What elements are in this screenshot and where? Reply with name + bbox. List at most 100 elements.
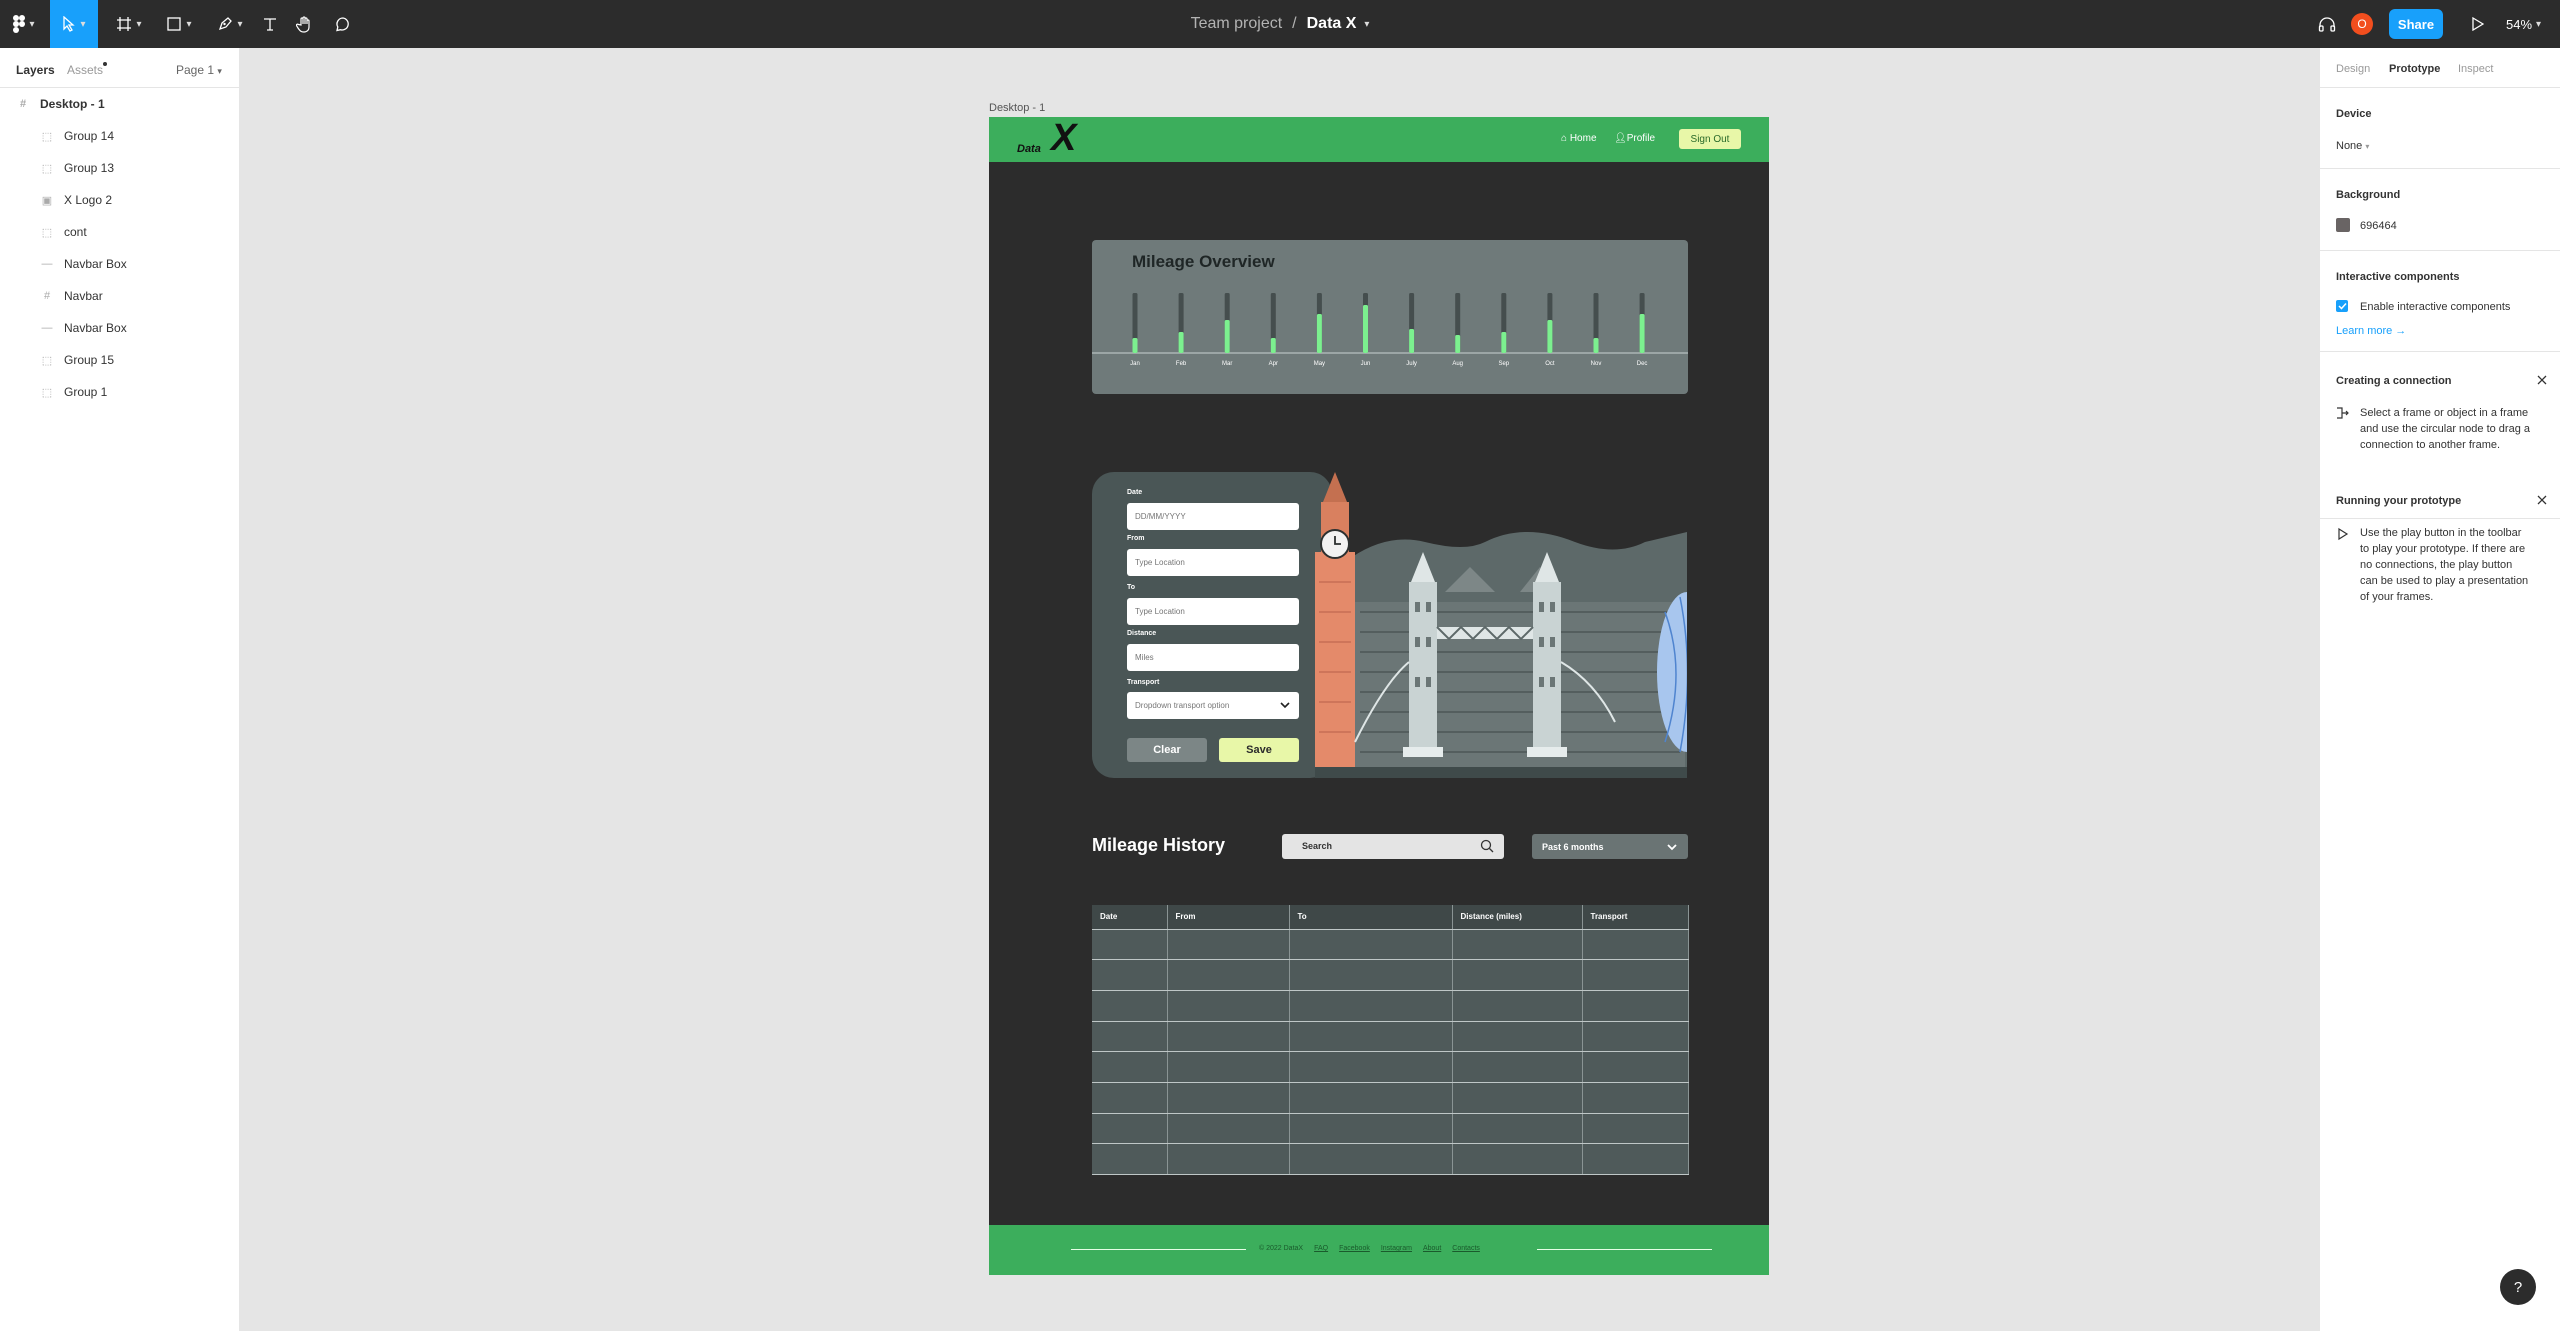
present-button[interactable] — [2460, 0, 2496, 48]
layer-item[interactable]: ⬚ Group 14 — [0, 120, 240, 152]
desktop-frame[interactable]: X Data ⌂ Home 👤︎Profile Sign Out Jan Feb M… — [989, 117, 1769, 1275]
tab-prototype[interactable]: Prototype — [2389, 63, 2440, 75]
chart-month-label: Dec — [1637, 361, 1648, 367]
table-cell — [1092, 1051, 1168, 1083]
close-icon[interactable] — [2535, 493, 2549, 507]
footer-link[interactable]: Instagram — [1381, 1245, 1412, 1252]
table-cell — [1092, 1082, 1168, 1114]
table-column-header[interactable]: To — [1289, 905, 1453, 930]
layer-item[interactable]: — Navbar Box — [0, 248, 240, 280]
layer-name: Group 14 — [64, 129, 115, 143]
interactive-components-label[interactable]: Enable interactive components — [2360, 301, 2510, 313]
to-input[interactable] — [1127, 598, 1299, 625]
user-avatar[interactable]: O — [2351, 13, 2373, 35]
chart-month-label: Sep — [1498, 361, 1509, 367]
history-range-select[interactable]: Past 6 months — [1532, 834, 1688, 859]
group-icon: ⬚ — [41, 354, 53, 367]
creating-connection-body: Select a frame or object in a frame and … — [2360, 407, 2531, 451]
text-tool-button[interactable] — [250, 0, 290, 48]
running-prototype-title: Running your prototype — [2336, 495, 2462, 507]
footer-links: © 2022 DataX FAQ Facebook Instagram About Con… — [1259, 1245, 1480, 1252]
interactive-components-checkbox[interactable] — [2336, 300, 2348, 312]
chevron-down-icon: ▾ — [29, 18, 35, 30]
zoom-menu[interactable]: 54% ▾ — [2506, 0, 2541, 48]
shape-tool-button[interactable]: ▾ — [155, 0, 203, 48]
table-cell — [1452, 959, 1583, 991]
table-column-header[interactable]: From — [1167, 905, 1290, 930]
table-cell — [1167, 1082, 1290, 1114]
background-color-value[interactable]: 696464 — [2360, 220, 2397, 232]
canvas[interactable]: Desktop - 1 X Data ⌂ Home 👤︎Profile Sign… — [241, 48, 2319, 1331]
text-icon — [264, 18, 276, 31]
properties-panel: Design Prototype Inspect Device None ▾ B… — [2319, 48, 2560, 1331]
nav-home-link[interactable]: ⌂ Home — [1561, 133, 1597, 144]
footer-link[interactable]: Facebook — [1339, 1245, 1370, 1252]
from-input[interactable] — [1127, 549, 1299, 576]
table-cell — [1167, 1051, 1290, 1083]
table-cell — [1289, 1082, 1453, 1114]
date-input[interactable] — [1127, 503, 1299, 530]
table-column-header[interactable]: Transport — [1582, 905, 1689, 930]
table-body — [1092, 929, 1689, 1175]
layer-item[interactable]: ⬚ cont — [0, 216, 240, 248]
close-icon[interactable] — [2535, 373, 2549, 387]
layer-name: Navbar — [64, 289, 103, 303]
pen-tool-button[interactable]: ▾ — [205, 0, 255, 48]
footer-link[interactable]: FAQ — [1314, 1245, 1328, 1252]
layer-item[interactable]: ▣ X Logo 2 — [0, 184, 240, 216]
save-button[interactable]: Save — [1219, 738, 1299, 762]
chart-month-label: May — [1314, 361, 1325, 367]
comment-tool-button[interactable] — [323, 0, 363, 48]
tab-layers[interactable]: Layers — [16, 63, 55, 77]
clear-button[interactable]: Clear — [1127, 738, 1207, 762]
distance-input[interactable] — [1127, 644, 1299, 671]
layer-item[interactable]: # Navbar — [0, 280, 240, 312]
chevron-down-icon[interactable]: ▾ — [1364, 19, 1369, 30]
datax-logo[interactable]: X Data — [1017, 119, 1097, 159]
frame-icon: # — [19, 98, 27, 110]
layer-item[interactable]: ⬚ Group 1 — [0, 376, 240, 408]
tab-assets[interactable]: Assets — [67, 63, 103, 77]
share-button[interactable]: Share — [2389, 9, 2443, 39]
table-column-header[interactable]: Distance (miles) — [1452, 905, 1583, 930]
chevron-down-icon — [1667, 844, 1677, 851]
file-name[interactable]: Data X — [1307, 15, 1357, 33]
help-button[interactable]: ? — [2500, 1269, 2536, 1305]
history-search-input[interactable]: Search — [1282, 834, 1504, 859]
audio-button[interactable] — [2310, 0, 2344, 48]
layer-item[interactable]: # Desktop - 1 — [0, 88, 240, 120]
table-cell — [1167, 990, 1290, 1022]
footer-link[interactable]: Contacts — [1452, 1245, 1480, 1252]
chart-month-label: Jun — [1361, 361, 1371, 367]
transport-select[interactable]: Dropdown transport option — [1127, 692, 1299, 719]
page-selector[interactable]: Page 1 ▾ — [176, 63, 222, 77]
table-column-header[interactable]: Date — [1092, 905, 1168, 930]
home-icon: ⌂ — [1561, 133, 1568, 144]
footer-link[interactable]: About — [1423, 1245, 1441, 1252]
from-label: From — [1127, 535, 1145, 542]
right-panel-tabs: Design Prototype Inspect — [2320, 48, 2560, 88]
frame-tool-button[interactable]: ▾ — [105, 0, 153, 48]
sign-out-button[interactable]: Sign Out — [1679, 129, 1741, 149]
background-color-swatch[interactable] — [2336, 218, 2350, 232]
project-name[interactable]: Team project — [1191, 15, 1283, 33]
transport-select-value: Dropdown transport option — [1135, 701, 1230, 710]
section-divider — [2320, 168, 2560, 169]
chart-bar — [1132, 338, 1138, 353]
tab-inspect[interactable]: Inspect — [2458, 63, 2493, 75]
chart-bar — [1224, 320, 1230, 353]
hand-tool-button[interactable] — [285, 0, 325, 48]
main-menu-button[interactable]: ▾ — [0, 0, 48, 48]
nav-profile-link[interactable]: 👤︎Profile — [1614, 133, 1655, 144]
layer-item[interactable]: ⬚ Group 15 — [0, 344, 240, 376]
frame-label[interactable]: Desktop - 1 — [989, 102, 1045, 114]
layer-item[interactable]: ⬚ Group 13 — [0, 152, 240, 184]
learn-more-link[interactable]: Learn more → — [2336, 325, 2406, 337]
table-cell — [1289, 990, 1453, 1022]
device-select[interactable]: None ▾ — [2336, 140, 2369, 152]
chart-bar — [1363, 305, 1368, 353]
layer-item[interactable]: — Navbar Box — [0, 312, 240, 344]
table-cell — [1289, 1051, 1453, 1083]
tab-design[interactable]: Design — [2336, 63, 2370, 75]
move-tool-button[interactable]: ▾ — [50, 0, 98, 48]
